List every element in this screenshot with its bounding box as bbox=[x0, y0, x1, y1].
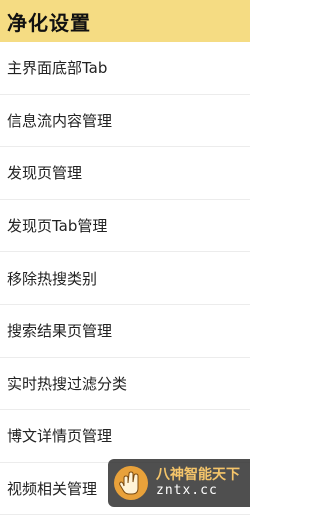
list-item-label: 实时热搜过滤分类 bbox=[7, 374, 128, 393]
watermark-title: 八神智能天下 bbox=[156, 467, 240, 484]
watermark-subtitle: zntx.cc bbox=[156, 482, 218, 498]
list-item-realtime-filter[interactable]: 实时热搜过滤分类 bbox=[0, 358, 250, 411]
list-item-label: 搜索结果页管理 bbox=[7, 322, 113, 341]
list-item-label: 发现页管理 bbox=[7, 164, 83, 183]
page-title: 净化设置 bbox=[7, 10, 91, 35]
list-item-discover-tab[interactable]: 发现页Tab管理 bbox=[0, 200, 250, 253]
list-item-remove-hot-search[interactable]: 移除热搜类别 bbox=[0, 252, 250, 305]
list-item-post-detail[interactable]: 博文详情页管理 bbox=[0, 410, 250, 463]
list-item-label: 移除热搜类别 bbox=[7, 269, 98, 288]
settings-list: 主界面底部Tab 信息流内容管理 发现页管理 发现页Tab管理 移除热搜类别 搜… bbox=[0, 42, 250, 515]
list-item-label: 博文详情页管理 bbox=[7, 427, 113, 446]
list-item-label: 主界面底部Tab bbox=[7, 59, 108, 78]
list-item-discover-page[interactable]: 发现页管理 bbox=[0, 147, 250, 200]
list-item-label: 视频相关管理 bbox=[7, 480, 98, 499]
list-item-label: 发现页Tab管理 bbox=[7, 217, 108, 236]
list-item-main-bottom-tab[interactable]: 主界面底部Tab bbox=[0, 42, 250, 95]
list-item-feed-content[interactable]: 信息流内容管理 bbox=[0, 95, 250, 148]
hand-logo-icon bbox=[114, 466, 148, 500]
list-item-label: 信息流内容管理 bbox=[7, 111, 113, 130]
list-item-search-results[interactable]: 搜索结果页管理 bbox=[0, 305, 250, 358]
page-header: 净化设置 bbox=[0, 0, 250, 42]
watermark: 八神智能天下 zntx.cc bbox=[108, 459, 250, 507]
